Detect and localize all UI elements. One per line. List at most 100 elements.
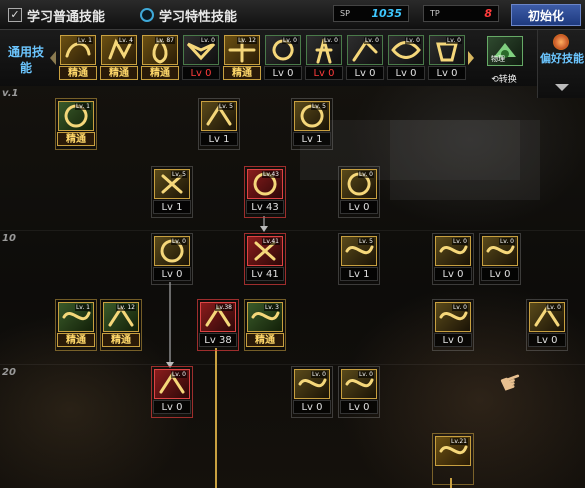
skill-tag: Lv.21: [450, 438, 468, 445]
common-skill-slot[interactable]: Lv. 1 精通: [59, 34, 97, 82]
skill-tag: Lv.38: [215, 304, 233, 311]
skill-tree-window: { "header": { "tab_normal": "学习普通技能", "t…: [0, 0, 585, 488]
skill-icon-frame: Lv. 0: [294, 369, 330, 399]
skill-level: Lv 0: [346, 66, 384, 80]
skill-icon-frame: Lv. 0: [265, 35, 301, 65]
skill-icon-frame: Lv. 1: [58, 302, 94, 332]
prerequisite-line: [215, 348, 217, 488]
skill-level: 精通: [57, 333, 95, 347]
skill-slot[interactable]: Lv.21: [432, 433, 474, 485]
skill-level: Lv 38: [199, 333, 237, 347]
skill-slot[interactable]: Lv.38 Lv 38: [197, 299, 239, 351]
skill-level: Lv 0: [153, 400, 191, 414]
skill-slot[interactable]: Lv.41 Lv 41: [244, 233, 286, 285]
common-skill-slot[interactable]: Lv. 0 Lv 0: [387, 34, 425, 82]
skill-icon-frame: Lv. 0: [183, 35, 219, 65]
skill-tag: Lv. 0: [545, 304, 562, 311]
skill-icon-frame: Lv.38: [200, 302, 236, 332]
skill-level: Lv 41: [246, 267, 284, 281]
skill-tag: Lv. 0: [451, 304, 468, 311]
skill-icon-frame: Lv. 5: [294, 101, 330, 131]
skill-level: 精通: [57, 132, 95, 146]
bg-panel-mid: [300, 120, 520, 180]
prerequisite-line: [169, 282, 171, 366]
skill-tag: Lv. 3: [263, 304, 280, 311]
common-skill-slot[interactable]: Lv. 0 Lv 0: [264, 34, 302, 82]
common-skill-slot[interactable]: Lv. 4 精通: [100, 34, 138, 82]
skill-icon-frame: Lv. 12: [103, 302, 139, 332]
skill-tag: Lv. 0: [404, 37, 421, 44]
skill-tag: Lv. 0: [281, 37, 298, 44]
skill-tag: Lv. 0: [322, 37, 339, 44]
skill-slot[interactable]: Lv. 0 Lv 0: [338, 366, 380, 418]
skill-icon-frame: Lv. 0: [435, 302, 471, 332]
skill-tag: Lv. 1: [74, 304, 91, 311]
swap-icon-frame: 物理: [487, 36, 523, 66]
scroll-right-icon[interactable]: [468, 51, 474, 65]
skill-icon-frame: Lv. 0: [154, 369, 190, 399]
skill-tag: Lv. 0: [170, 371, 187, 378]
common-skill-slot[interactable]: Lv. 0 Lv 0: [428, 34, 466, 82]
skill-slot[interactable]: Lv. 0 Lv 0: [338, 166, 380, 218]
skill-tag: Lv.41: [262, 238, 280, 245]
common-skill-slot[interactable]: Lv. 0 Lv 0: [346, 34, 384, 82]
dropdown-arrow-icon: [555, 84, 569, 91]
skill-icon-frame: Lv. 0: [341, 369, 377, 399]
skill-tag: Lv. 5: [170, 171, 187, 178]
common-skills-label: 通用技能: [7, 45, 44, 75]
skill-tag: Lv. 5: [310, 103, 327, 110]
skill-icon-frame: Lv. 87: [142, 35, 178, 65]
skill-slot[interactable]: Lv. 0 Lv 0: [432, 233, 474, 285]
common-skill-slot[interactable]: Lv. 0 Lv 0: [305, 34, 343, 82]
skill-slot[interactable]: Lv. 1 精通: [55, 299, 97, 351]
skill-slot[interactable]: Lv. 0 Lv 0: [526, 299, 568, 351]
tab-normal-skills[interactable]: ✓ 学习普通技能: [8, 5, 105, 25]
common-skill-slot[interactable]: Lv. 87 精通: [141, 34, 179, 82]
skill-slot[interactable]: Lv. 0 Lv 0: [432, 299, 474, 351]
skill-tag: Lv. 0: [199, 37, 216, 44]
skill-slot[interactable]: Lv. 5 Lv 1: [291, 98, 333, 150]
skill-icon-frame: Lv. 1: [58, 101, 94, 131]
skill-icon-frame: Lv. 0: [306, 35, 342, 65]
skill-slot[interactable]: Lv. 1 精通: [55, 98, 97, 150]
skill-tag: Lv. 0: [170, 238, 187, 245]
skill-tag: Lv. 5: [357, 238, 374, 245]
initialize-button[interactable]: 初始化: [511, 4, 581, 26]
skill-level: Lv 0: [481, 267, 519, 281]
preferred-skills-button[interactable]: 偏好技能: [537, 30, 585, 98]
skill-icon-frame: Lv. 5: [201, 101, 237, 131]
skill-slot[interactable]: Lv. 0 Lv 0: [151, 366, 193, 418]
skill-icon-frame: Lv. 0: [482, 236, 518, 266]
skill-icon-frame: Lv. 0: [341, 169, 377, 199]
sp-counter: SP 1035: [333, 5, 409, 22]
skill-icon-frame: Lv. 0: [347, 35, 383, 65]
skill-slot[interactable]: Lv. 12 精通: [100, 299, 142, 351]
skill-slot[interactable]: Lv. 0 Lv 0: [291, 366, 333, 418]
skill-level: Lv 43: [246, 200, 284, 214]
level-marker-1: v.1: [2, 88, 19, 99]
prerequisite-arrow-icon: [260, 226, 268, 232]
skill-icon-frame: Lv. 12: [224, 35, 260, 65]
skill-slot[interactable]: Lv. 0 Lv 0: [151, 233, 193, 285]
skill-slot[interactable]: Lv. 0 Lv 0: [479, 233, 521, 285]
row-divider: [0, 364, 585, 365]
skill-level: Lv 0: [305, 66, 343, 80]
skill-icon-frame: Lv. 1: [60, 35, 96, 65]
swap-label[interactable]: ⟲转换: [484, 72, 524, 85]
skill-tag: Lv. 12: [116, 304, 136, 311]
skill-slot[interactable]: Lv.43 Lv 43: [244, 166, 286, 218]
skill-tag: Lv. 1: [76, 37, 93, 44]
tp-counter: TP 8: [423, 5, 499, 22]
skill-slot[interactable]: Lv. 5 Lv 1: [198, 98, 240, 150]
skill-slot[interactable]: Lv. 3 精通: [244, 299, 286, 351]
skill-slot[interactable]: Lv. 5 Lv 1: [338, 233, 380, 285]
tp-value: 8: [484, 7, 492, 20]
common-skill-slot[interactable]: Lv. 0 Lv 0: [182, 34, 220, 82]
common-skill-slot[interactable]: Lv. 12 精通: [223, 34, 261, 82]
skill-tag: Lv.43: [262, 171, 280, 178]
tab-special-skills[interactable]: 学习特性技能: [140, 5, 237, 25]
hand-cursor-icon: ☛: [495, 364, 528, 402]
swap-label-text: 转换: [498, 75, 517, 85]
scroll-left-icon[interactable]: [50, 51, 56, 65]
skill-slot[interactable]: Lv. 5 Lv 1: [151, 166, 193, 218]
